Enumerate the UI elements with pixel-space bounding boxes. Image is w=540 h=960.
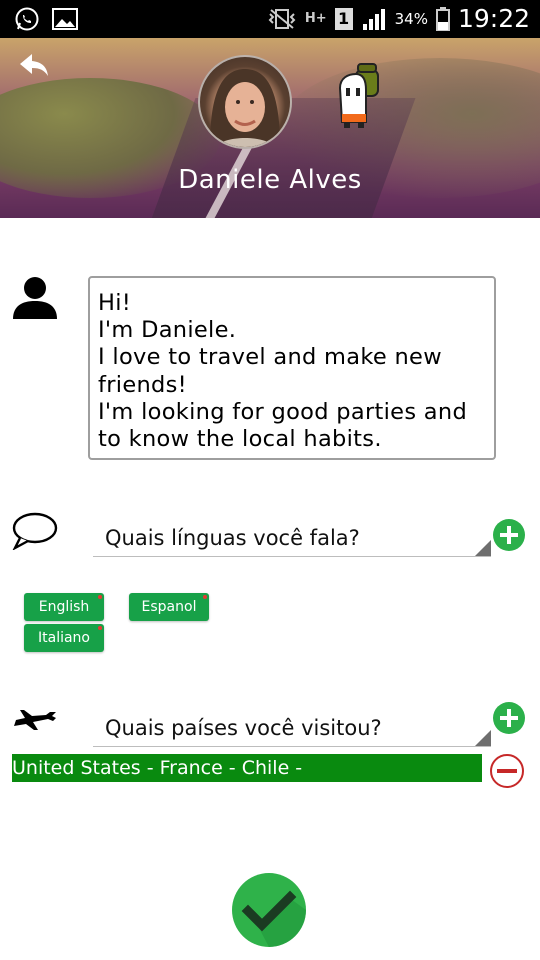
battery-percent: 34% [394,9,428,28]
backpacker-mascot-icon [338,63,379,128]
countries-prompt: Quais países você visitou? [105,716,382,740]
dropdown-caret-icon [475,540,491,556]
clock: 19:22 [457,4,530,33]
visited-countries-list: United States - France - Chile - [12,754,482,782]
gallery-icon [52,8,78,30]
speech-bubble-icon [12,512,58,550]
vibrate-icon [268,8,296,29]
confirm-button[interactable] [232,873,306,947]
language-chip[interactable]: English [24,593,104,621]
chip-label: English [38,599,90,615]
countries-select[interactable]: Quais países você visitou? [93,710,491,747]
add-country-button[interactable] [493,702,525,734]
avatar-photo [210,69,280,147]
chip-label: Italiano [38,630,90,646]
airplane-icon [14,710,56,730]
checkmark-icon [241,890,306,947]
bio-textarea[interactable]: Hi! I'm Daniele. I love to travel and ma… [88,276,496,460]
remove-country-button[interactable] [490,754,524,788]
whatsapp-icon [15,7,39,31]
language-chip[interactable]: Espanol [129,593,209,621]
add-language-button[interactable] [493,519,525,551]
network-type: H+ [304,11,327,26]
person-icon [13,277,57,319]
sim-indicator: 1 [334,7,353,30]
signal-icon [362,8,385,30]
chip-remove-dot[interactable] [98,626,102,630]
chip-remove-dot[interactable] [98,595,102,599]
languages-select[interactable]: Quais línguas você fala? [93,520,491,557]
languages-prompt: Quais línguas você fala? [105,526,360,550]
profile-name: Daniele Alves [178,165,362,195]
chip-remove-dot[interactable] [203,595,207,599]
language-chip[interactable]: Italiano [24,624,104,652]
dropdown-caret-icon [475,730,491,746]
battery-icon [435,6,450,31]
chip-label: Espanol [141,599,197,615]
status-bar: H+ 1 34% 19:22 [0,0,540,38]
back-arrow-icon[interactable] [18,52,50,80]
avatar[interactable] [198,55,292,149]
